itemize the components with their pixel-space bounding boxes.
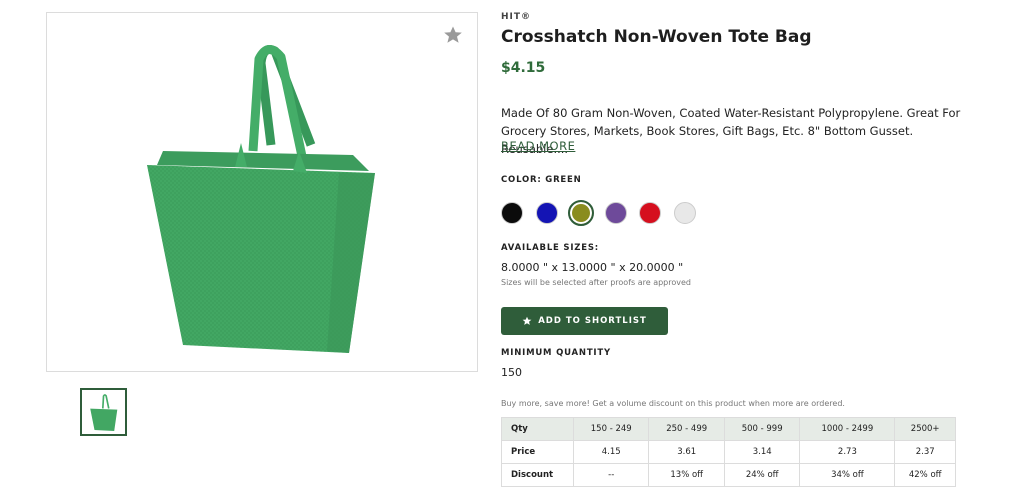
- color-swatch-green[interactable]: [568, 200, 594, 226]
- color-swatch-red[interactable]: [639, 202, 661, 224]
- pricing-table: Qty 150 - 249 250 - 499 500 - 999 1000 -…: [501, 417, 956, 487]
- table-cell: 24% off: [723, 463, 801, 487]
- product-image-frame: [46, 12, 478, 372]
- add-to-shortlist-button[interactable]: ADD TO SHORTLIST: [501, 307, 668, 335]
- table-cell: Price: [501, 440, 574, 464]
- color-label: COLOR: GREEN: [501, 175, 582, 185]
- pricing-price-row: Price 4.15 3.61 3.14 2.73 2.37: [501, 440, 956, 464]
- table-cell: --: [572, 463, 650, 487]
- color-swatch-purple[interactable]: [604, 202, 627, 224]
- table-cell: 250 - 499: [648, 417, 725, 441]
- color-swatches: [501, 200, 708, 226]
- table-cell: 500 - 999: [723, 417, 801, 441]
- tote-bag-thumbnail-image: [89, 394, 117, 431]
- pricing-discount-row: Discount -- 13% off 24% off 34% off 42% …: [501, 463, 956, 487]
- table-cell: 4.15: [572, 440, 650, 464]
- sizes-value: 8.0000 " x 13.0000 " x 20.0000 ": [501, 261, 684, 274]
- product-brand: HIT®: [501, 12, 532, 22]
- table-cell: 13% off: [648, 463, 725, 487]
- sizes-label: AVAILABLE SIZES:: [501, 243, 599, 253]
- sizes-note: Sizes will be selected after proofs are …: [501, 278, 691, 287]
- read-more-link[interactable]: READ MORE: [501, 139, 575, 153]
- table-cell: Discount: [501, 463, 574, 487]
- color-swatch-white[interactable]: [673, 202, 696, 224]
- star-icon: [522, 316, 532, 325]
- table-cell: 2.73: [799, 440, 896, 464]
- minimum-quantity-label: MINIMUM QUANTITY: [501, 348, 611, 358]
- table-cell: 34% off: [799, 463, 896, 487]
- table-cell: 42% off: [894, 463, 956, 487]
- table-cell: 3.14: [723, 440, 801, 464]
- table-cell: 1000 - 2499: [799, 417, 896, 441]
- product-price: $4.15: [501, 60, 546, 76]
- table-cell: 2500+: [894, 417, 956, 441]
- table-cell: 150 - 249: [572, 417, 650, 441]
- volume-discount-note: Buy more, save more! Get a volume discou…: [501, 399, 845, 408]
- color-swatch-black[interactable]: [501, 202, 523, 224]
- add-to-shortlist-label: ADD TO SHORTLIST: [538, 316, 647, 326]
- minimum-quantity-value: 150: [501, 366, 522, 379]
- table-cell: Qty: [501, 417, 574, 441]
- table-cell: 2.37: [894, 440, 956, 464]
- color-swatch-blue[interactable]: [535, 202, 558, 224]
- thumbnail-image[interactable]: [80, 388, 127, 436]
- pricing-header-row: Qty 150 - 249 250 - 499 500 - 999 1000 -…: [501, 417, 956, 441]
- favorite-star-icon[interactable]: [443, 25, 463, 45]
- tote-bag-image: [147, 45, 375, 353]
- product-title: Crosshatch Non-Woven Tote Bag: [501, 27, 812, 47]
- table-cell: 3.61: [648, 440, 725, 464]
